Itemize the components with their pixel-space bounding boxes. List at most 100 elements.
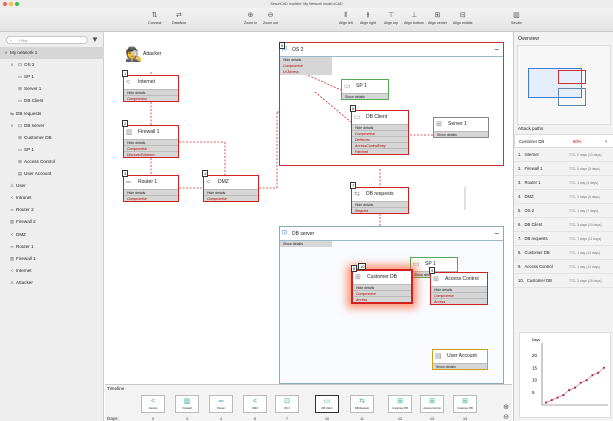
node-useraccount[interactable]: ▤ User Account Show details [432,349,488,370]
align-center-button[interactable]: ⊞ Align center [428,11,447,30]
sidebar-item-19[interactable]: ♙ Attacker [0,277,104,289]
sidebar-item-16[interactable]: ═ Router 1 [0,241,104,253]
attack-path-header[interactable]: Customer DB 60% × [514,134,613,148]
node-show-row[interactable]: Show details [434,131,488,137]
attack-path-step[interactable]: 7. DB requests TTC: 7 days (11 days) [514,232,613,246]
model-canvas[interactable]: 🕵 Attacker ⊡ OS 2− Hide details Compromis… [105,32,512,384]
dataflow-button[interactable]: ⇄ Dataflow [172,11,186,30]
zoom-out-label: Zoom out [263,21,279,25]
close-window-button[interactable] [3,2,7,6]
db-server-show-details[interactable]: Show details [280,241,332,247]
step-label: DB Client [524,222,543,227]
funnel-icon[interactable]: ▼ [91,35,99,44]
node-compromise-row[interactable]: Compromise [124,95,178,101]
timeline-item[interactable]: ⊞ Customer DB [453,395,477,413]
node-discover-row[interactable]: DiscoverEntrance [124,151,178,157]
sidebar-item-11[interactable]: ♙ User [0,180,104,192]
close-icon[interactable]: × [605,135,607,149]
attack-path-step[interactable]: 4. DMZ TTC: 2 days (6 days) [514,190,613,204]
sidebar-item-14[interactable]: ▥ Firewall 2 [0,216,104,228]
node-internet[interactable]: < Internet Hide details Compromise 1 [122,70,179,102]
timeline-item[interactable]: ═ Router [209,395,233,413]
sidebar-item-4[interactable]: ▭ DB Client [0,95,104,107]
step-number-6: 6 [350,105,357,112]
node-header: ⊞ Customer DB [353,271,411,284]
sidebar-item-10[interactable]: ▤ User Account [0,168,104,180]
node-compromise-row[interactable]: Compromise [204,195,258,201]
timeline-item[interactable]: ▥ Firewall [175,395,199,413]
align-center-label: Align center [428,21,447,25]
collapse-icon[interactable]: − [494,227,499,241]
attack-path-step[interactable]: 2. Firewall 1 TTC: 0 days (3 days) [514,162,613,176]
sidebar-item-0[interactable]: v My network 1 [0,47,104,59]
timeline-item[interactable]: ⇆ DB Request [350,395,374,413]
node-show-row[interactable]: Show details [342,93,388,99]
align-top-button[interactable]: ⊤ Align top [384,11,398,30]
node-sp1[interactable]: ▭ SP 1 Show details [341,79,389,100]
collapse-icon[interactable]: − [494,43,499,57]
attack-path-step[interactable]: 10. Customer DB TTC: 2 days (15 days) [514,274,613,288]
sidebar-item-17[interactable]: ▥ Firewall 1 [0,253,104,265]
sidebar-item-6[interactable]: v ⊡ DB server [0,120,104,132]
node-dbclient[interactable]: ▭ DB Client Hide details Compromise Defences… [350,105,409,155]
filter-input[interactable]: ⌕ Filter [6,36,88,44]
node-customerdb[interactable]: ⊞ Customer DB Hide details Compromise Access… [351,265,413,304]
sidebar-item-9[interactable]: ⊞ Access Control [0,156,104,168]
zoom-in-label: Zoom in [244,21,257,25]
attack-path-step[interactable]: 8. Customer DB TTC: 1 day (13 days) [514,246,613,260]
align-right-button[interactable]: ⫵ Align right [360,11,376,30]
attack-path-step[interactable]: 3. Router 1 TTC: 1 day (4 days) [514,176,613,190]
sidebar-item-5[interactable]: ⇆ DB requests [0,108,104,120]
node-request-row[interactable]: Request [352,207,408,213]
timeline-item[interactable]: < Internet [141,395,165,413]
sidebar-item-15[interactable]: < DMZ [0,229,104,241]
node-access-row[interactable]: Access [431,298,487,304]
node-server1[interactable]: ⊞ Server 1 Show details [433,117,489,138]
node-accesscontrol[interactable]: ⊞ Access Control Hide details Compromise Acc… [429,267,488,305]
node-compromise-row[interactable]: Compromise [124,195,178,201]
sidebar-item-18[interactable]: < Internet [0,265,104,277]
sidebar-item-7[interactable]: ⊞ Customer DB [0,132,104,144]
toolbar: ⇅ Connect ⇄ Dataflow ⊕ Zoom in ⊖ Zoom out ⫴ A… [0,8,613,32]
timeline-item[interactable]: ⊡ OS 2 [275,395,299,413]
align-left-button[interactable]: ⫴ Align left [339,11,353,30]
sidebar-item-3[interactable]: ⊞ Server 1 [0,83,104,95]
node-router1[interactable]: ═ Router 1 Hide details Compromise 3 [122,170,179,202]
timeline-zoom-out-icon[interactable]: ⊖ [503,413,509,421]
connect-button[interactable]: ⇅ Connect [148,11,161,30]
timeline-item[interactable]: ⊞ Customer DB [388,395,412,413]
overview-minimap[interactable] [517,45,611,125]
align-bottom-button[interactable]: ⊥ Align bottom [404,11,424,30]
node-dbrequests[interactable]: ⇆ DB requests Hide details Request 7 [350,182,409,214]
zoom-out-button[interactable]: ⊖ Zoom out [263,11,278,30]
chevron-down-icon[interactable]: v [8,120,16,132]
chevron-down-icon[interactable]: v [8,59,16,71]
attack-path-step[interactable]: 6. DB Client TTC: 3 days (10 days) [514,218,613,232]
sidebar-item-13[interactable]: ═ Router 2 [0,204,104,216]
sevals-icon: ▥ [513,12,520,19]
timeline-item[interactable]: < DMZ [243,395,267,413]
attack-path-step[interactable]: 5. OS 2 TTC: 1 day (7 days) [514,204,613,218]
align-middle-button[interactable]: ⊟ Align middle [453,11,473,30]
attack-path-step[interactable]: 9. Access Control TTC: 1 day (13 days) [514,260,613,274]
sidebar-item-12[interactable]: < Intranet [0,192,104,204]
sevals-button[interactable]: ▥ Sevals [511,11,522,30]
sidebar-item-8[interactable]: ▭ SP 1 [0,144,104,156]
attack-path-step[interactable]: 1. Internet TTC: 0 days (10 days) [514,148,613,162]
node-patched-row[interactable]: Patched [352,148,408,154]
timeline-item[interactable]: ⊞ Access Control [420,395,444,413]
maximize-window-button[interactable] [15,2,19,6]
zoom-in-button[interactable]: ⊕ Zoom in [244,11,257,30]
node-dmz[interactable]: < DMZ Hide details Compromise 4 [202,170,259,202]
group-db-server-title: DB server [292,231,315,237]
timeline-zoom-in-icon[interactable]: ⊕ [503,403,509,411]
node-firewall1[interactable]: ▥ Firewall 1 Hide details Compromise Discove… [122,120,179,158]
node-access-row[interactable]: Access [353,296,411,302]
node-show-row[interactable]: Show details [433,363,487,369]
attacker-node[interactable]: 🕵 Attacker [125,47,161,61]
timeline-item[interactable]: ▭ DB Client [315,395,339,413]
sidebar-item-1[interactable]: v ⊡ OS 2 [0,59,104,71]
sidebar-item-2[interactable]: ▭ SP 1 [0,71,104,83]
os2-ui-access-step[interactable]: UI Access [280,69,332,75]
minimize-window-button[interactable] [9,2,13,6]
